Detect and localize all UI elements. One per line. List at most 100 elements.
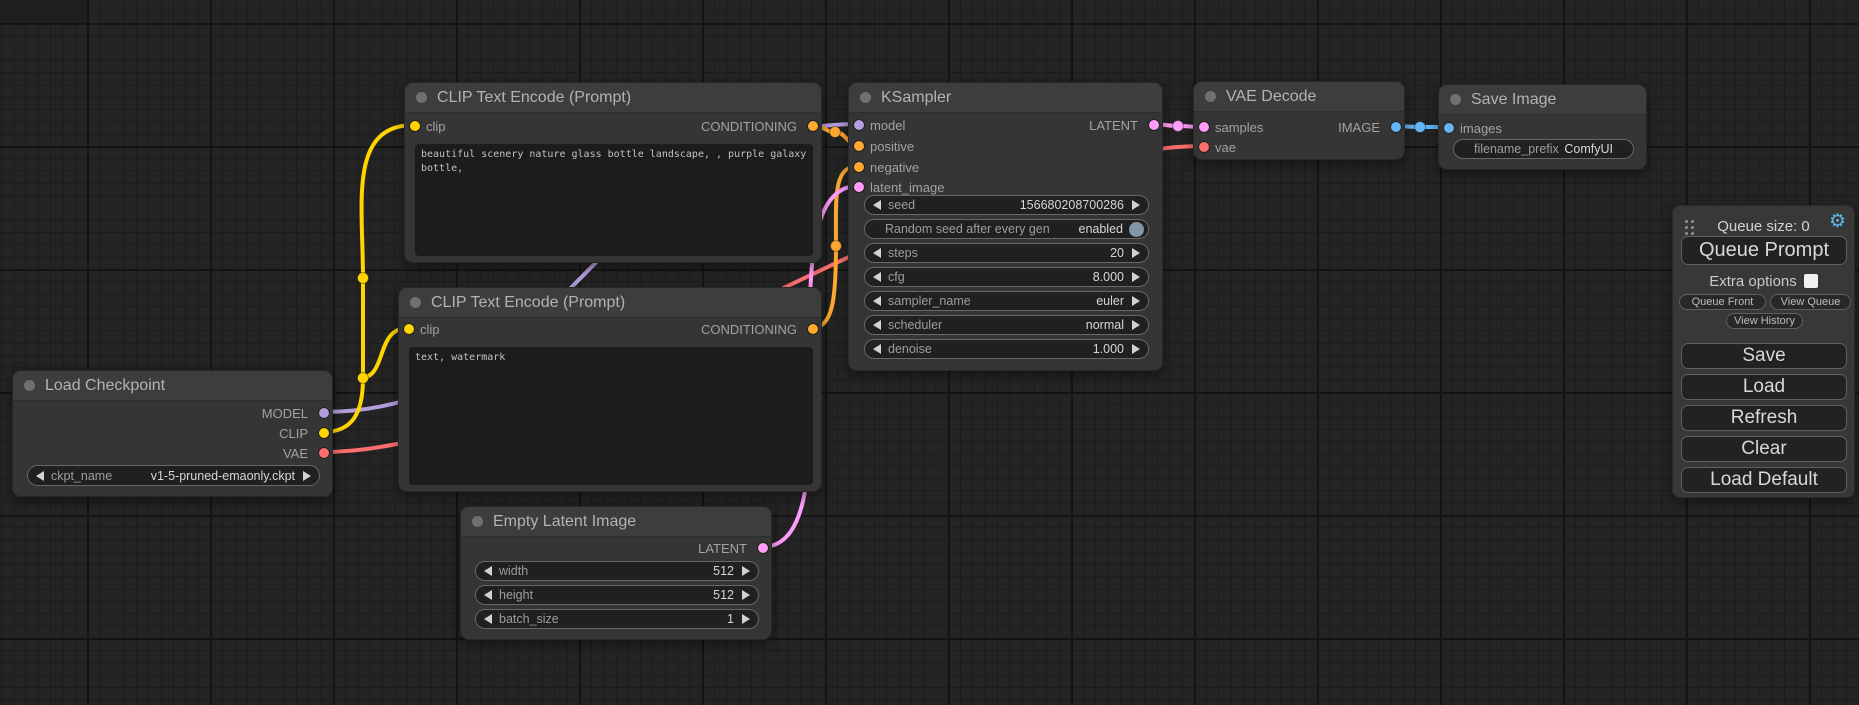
queue-prompt-button[interactable]: Queue Prompt [1681, 236, 1847, 265]
prev-option-arrow-icon[interactable] [873, 296, 881, 306]
widget-batch-size[interactable]: batch_size 1 [475, 609, 759, 629]
collapse-dot-icon[interactable] [472, 516, 483, 527]
node-title: KSampler [881, 89, 951, 107]
settings-gear-icon[interactable]: ⚙ [1829, 212, 1846, 231]
widget-label: height [499, 588, 533, 602]
widget-filename-prefix[interactable]: filename_prefix ComfyUI [1453, 139, 1634, 159]
clear-button[interactable]: Clear [1681, 436, 1847, 462]
widget-cfg[interactable]: cfg 8.000 [864, 267, 1149, 287]
node-title-bar[interactable]: VAE Decode [1194, 82, 1404, 112]
decrement-arrow-icon[interactable] [484, 566, 492, 576]
node-save-image[interactable]: Save Image images filename_prefix ComfyU… [1438, 84, 1647, 170]
node-title-bar[interactable]: Empty Latent Image [461, 507, 771, 537]
widget-value: v1-5-pruned-emaonly.ckpt [151, 469, 295, 483]
output-slot-conditioning[interactable] [808, 324, 818, 334]
node-title-bar[interactable]: Load Checkpoint [13, 371, 332, 401]
output-slot-image[interactable] [1391, 122, 1401, 132]
node-graph-canvas[interactable]: CLIP Text Encode (Prompt) clip CONDITION… [0, 0, 1859, 705]
input-slot-latent-image[interactable] [854, 182, 864, 192]
node-title: Empty Latent Image [493, 513, 636, 531]
view-history-button[interactable]: View History [1726, 313, 1803, 329]
increment-arrow-icon[interactable] [742, 566, 750, 576]
decrement-arrow-icon[interactable] [484, 590, 492, 600]
widget-label: width [499, 564, 528, 578]
input-slot-negative[interactable] [854, 162, 864, 172]
increment-arrow-icon[interactable] [1132, 248, 1140, 258]
input-slot-positive[interactable] [854, 141, 864, 151]
output-slot-conditioning[interactable] [808, 121, 818, 131]
widget-sampler-name[interactable]: sampler_name euler [864, 291, 1149, 311]
increment-arrow-icon[interactable] [1132, 272, 1140, 282]
refresh-button[interactable]: Refresh [1681, 405, 1847, 431]
node-ksampler[interactable]: KSampler model positive negative latent_… [848, 82, 1163, 371]
node-title: CLIP Text Encode (Prompt) [431, 294, 625, 312]
node-title-bar[interactable]: KSampler [849, 83, 1162, 113]
collapse-dot-icon[interactable] [860, 92, 871, 103]
increment-arrow-icon[interactable] [742, 614, 750, 624]
widget-denoise[interactable]: denoise 1.000 [864, 339, 1149, 359]
widget-height[interactable]: height 512 [475, 585, 759, 605]
output-slot-latent[interactable] [1149, 120, 1159, 130]
node-empty-latent-image[interactable]: Empty Latent Image LATENT width 512 heig… [460, 506, 772, 640]
next-option-arrow-icon[interactable] [1132, 320, 1140, 330]
widget-ckpt-name[interactable]: ckpt_name v1-5-pruned-emaonly.ckpt [27, 465, 320, 486]
collapse-dot-icon[interactable] [1205, 91, 1216, 102]
increment-arrow-icon[interactable] [1132, 344, 1140, 354]
increment-arrow-icon[interactable] [742, 590, 750, 600]
widget-value: 156680208700286 [1020, 198, 1124, 212]
widget-steps[interactable]: steps 20 [864, 243, 1149, 263]
input-slot-clip[interactable] [410, 121, 420, 131]
toggle-dot-icon[interactable] [1129, 222, 1144, 237]
positive-prompt-textarea[interactable]: beautiful scenery nature glass bottle la… [415, 144, 813, 256]
widget-random-seed-toggle[interactable]: Random seed after every gen enabled [864, 219, 1149, 239]
node-title-bar[interactable]: CLIP Text Encode (Prompt) [399, 288, 821, 318]
extra-options-checkbox[interactable] [1804, 274, 1818, 288]
extra-options-label: Extra options [1709, 273, 1797, 290]
output-slot-latent[interactable] [758, 543, 768, 553]
collapse-dot-icon[interactable] [410, 297, 421, 308]
prev-option-arrow-icon[interactable] [873, 320, 881, 330]
decrement-arrow-icon[interactable] [873, 248, 881, 258]
node-vae-decode[interactable]: VAE Decode samples vae IMAGE [1193, 81, 1405, 160]
view-queue-button[interactable]: View Queue [1770, 294, 1851, 310]
node-title-bar[interactable]: Save Image [1439, 85, 1646, 115]
node-clip-text-encode-negative[interactable]: CLIP Text Encode (Prompt) clip CONDITION… [398, 287, 822, 492]
widget-label: cfg [888, 270, 905, 284]
widget-label: batch_size [499, 612, 559, 626]
output-label-model: MODEL [262, 407, 308, 420]
next-option-arrow-icon[interactable] [303, 471, 311, 481]
decrement-arrow-icon[interactable] [873, 344, 881, 354]
output-slot-vae[interactable] [319, 448, 329, 458]
collapse-dot-icon[interactable] [416, 92, 427, 103]
load-default-button[interactable]: Load Default [1681, 467, 1847, 493]
save-button[interactable]: Save [1681, 343, 1847, 369]
queue-front-button[interactable]: Queue Front [1679, 294, 1766, 310]
widget-value: 512 [713, 588, 734, 602]
input-slot-samples[interactable] [1199, 122, 1209, 132]
widget-label: steps [888, 246, 918, 260]
widget-scheduler[interactable]: scheduler normal [864, 315, 1149, 335]
widget-width[interactable]: width 512 [475, 561, 759, 581]
input-slot-images[interactable] [1444, 123, 1454, 133]
node-title-bar[interactable]: CLIP Text Encode (Prompt) [405, 83, 821, 113]
increment-arrow-icon[interactable] [1132, 200, 1140, 210]
node-load-checkpoint[interactable]: Load Checkpoint MODEL CLIP VAE ckpt_name… [12, 370, 333, 497]
decrement-arrow-icon[interactable] [873, 200, 881, 210]
input-slot-clip[interactable] [404, 324, 414, 334]
decrement-arrow-icon[interactable] [873, 272, 881, 282]
output-slot-clip[interactable] [319, 428, 329, 438]
load-button[interactable]: Load [1681, 374, 1847, 400]
collapse-dot-icon[interactable] [24, 380, 35, 391]
widget-seed[interactable]: seed 156680208700286 [864, 195, 1149, 215]
decrement-arrow-icon[interactable] [484, 614, 492, 624]
widget-value: normal [1086, 318, 1124, 332]
next-option-arrow-icon[interactable] [1132, 296, 1140, 306]
negative-prompt-textarea[interactable]: text, watermark [409, 347, 813, 485]
collapse-dot-icon[interactable] [1450, 94, 1461, 105]
output-slot-model[interactable] [319, 408, 329, 418]
input-slot-vae[interactable] [1199, 142, 1209, 152]
input-slot-model[interactable] [854, 120, 864, 130]
prev-option-arrow-icon[interactable] [36, 471, 44, 481]
output-label-clip: CLIP [279, 427, 308, 440]
node-clip-text-encode-positive[interactable]: CLIP Text Encode (Prompt) clip CONDITION… [404, 82, 822, 263]
